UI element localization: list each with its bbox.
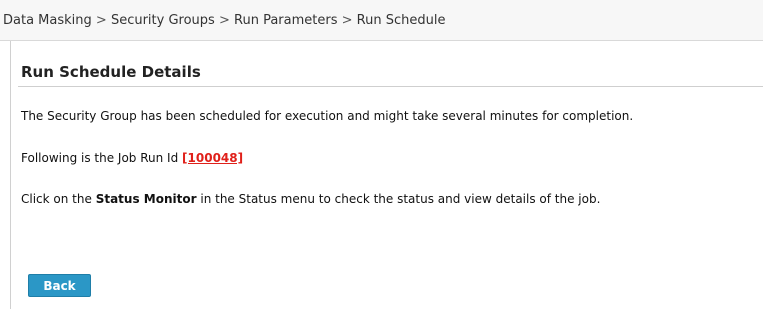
job-run-message: Following is the Job Run Id [100048]: [21, 151, 243, 165]
job-run-id-link[interactable]: [100048]: [182, 151, 243, 165]
schedule-message: The Security Group has been scheduled fo…: [21, 109, 634, 123]
back-button[interactable]: Back: [28, 274, 91, 297]
breadcrumb-item-run-parameters[interactable]: Run Parameters: [234, 13, 337, 28]
breadcrumb-item-security-groups[interactable]: Security Groups: [111, 13, 215, 28]
job-run-label: Following is the Job Run Id: [21, 151, 179, 165]
breadcrumb-item-data-masking[interactable]: Data Masking: [3, 13, 92, 28]
breadcrumb-bar: Data Masking > Security Groups > Run Par…: [0, 0, 763, 41]
content-left-border: [10, 41, 11, 309]
breadcrumb-item-run-schedule: Run Schedule: [356, 13, 446, 28]
status-monitor-text: Status Monitor: [95, 192, 197, 206]
status-instruction-message: Click on the Status Monitor in the Statu…: [21, 192, 600, 206]
breadcrumb-separator: >: [95, 13, 107, 28]
page-title: Run Schedule Details: [21, 63, 201, 81]
status-instruction-suffix: in the Status menu to check the status a…: [200, 192, 601, 206]
breadcrumb: Data Masking > Security Groups > Run Par…: [3, 13, 445, 28]
breadcrumb-separator: >: [341, 13, 353, 28]
title-divider: [18, 86, 763, 87]
status-instruction-prefix: Click on the: [21, 192, 92, 206]
breadcrumb-separator: >: [218, 13, 230, 28]
